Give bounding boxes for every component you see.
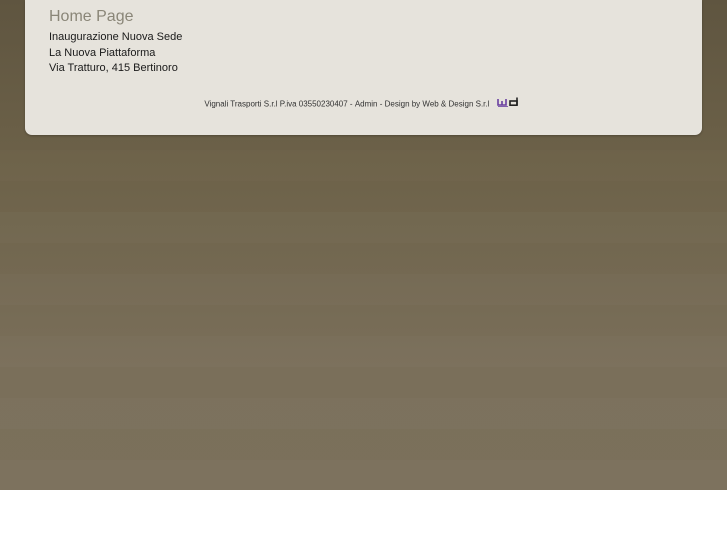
background-band [0, 150, 727, 181]
admin-link[interactable]: Admin [355, 100, 378, 109]
footer-separator: - [347, 99, 355, 109]
background-band [0, 212, 727, 243]
background-band [0, 274, 727, 305]
news-link-address[interactable]: Via Tratturo, 415 Bertinoro [49, 61, 182, 77]
design-credit-link[interactable]: Design by Web & Design S.r.l [385, 100, 490, 109]
content-panel: Home Page Inaugurazione Nuova Sede La Nu… [25, 0, 702, 135]
footer-separator: - [377, 99, 385, 109]
news-link-inaugurazione[interactable]: Inaugurazione Nuova Sede [49, 30, 182, 46]
background-band [0, 398, 727, 429]
news-link-list: Inaugurazione Nuova Sede La Nuova Piatta… [49, 30, 182, 77]
home-page-link[interactable]: Home Page [49, 8, 134, 26]
footer-company-text: Vignali Trasporti S.r.l P.iva 0355023040… [204, 99, 348, 109]
background-band [0, 336, 727, 367]
background-band [0, 460, 727, 491]
footer: Vignali Trasporti S.r.l P.iva 0355023040… [25, 97, 702, 109]
wd-logo-icon[interactable] [496, 97, 523, 107]
news-link-piattaforma[interactable]: La Nuova Piattaforma [49, 46, 182, 62]
